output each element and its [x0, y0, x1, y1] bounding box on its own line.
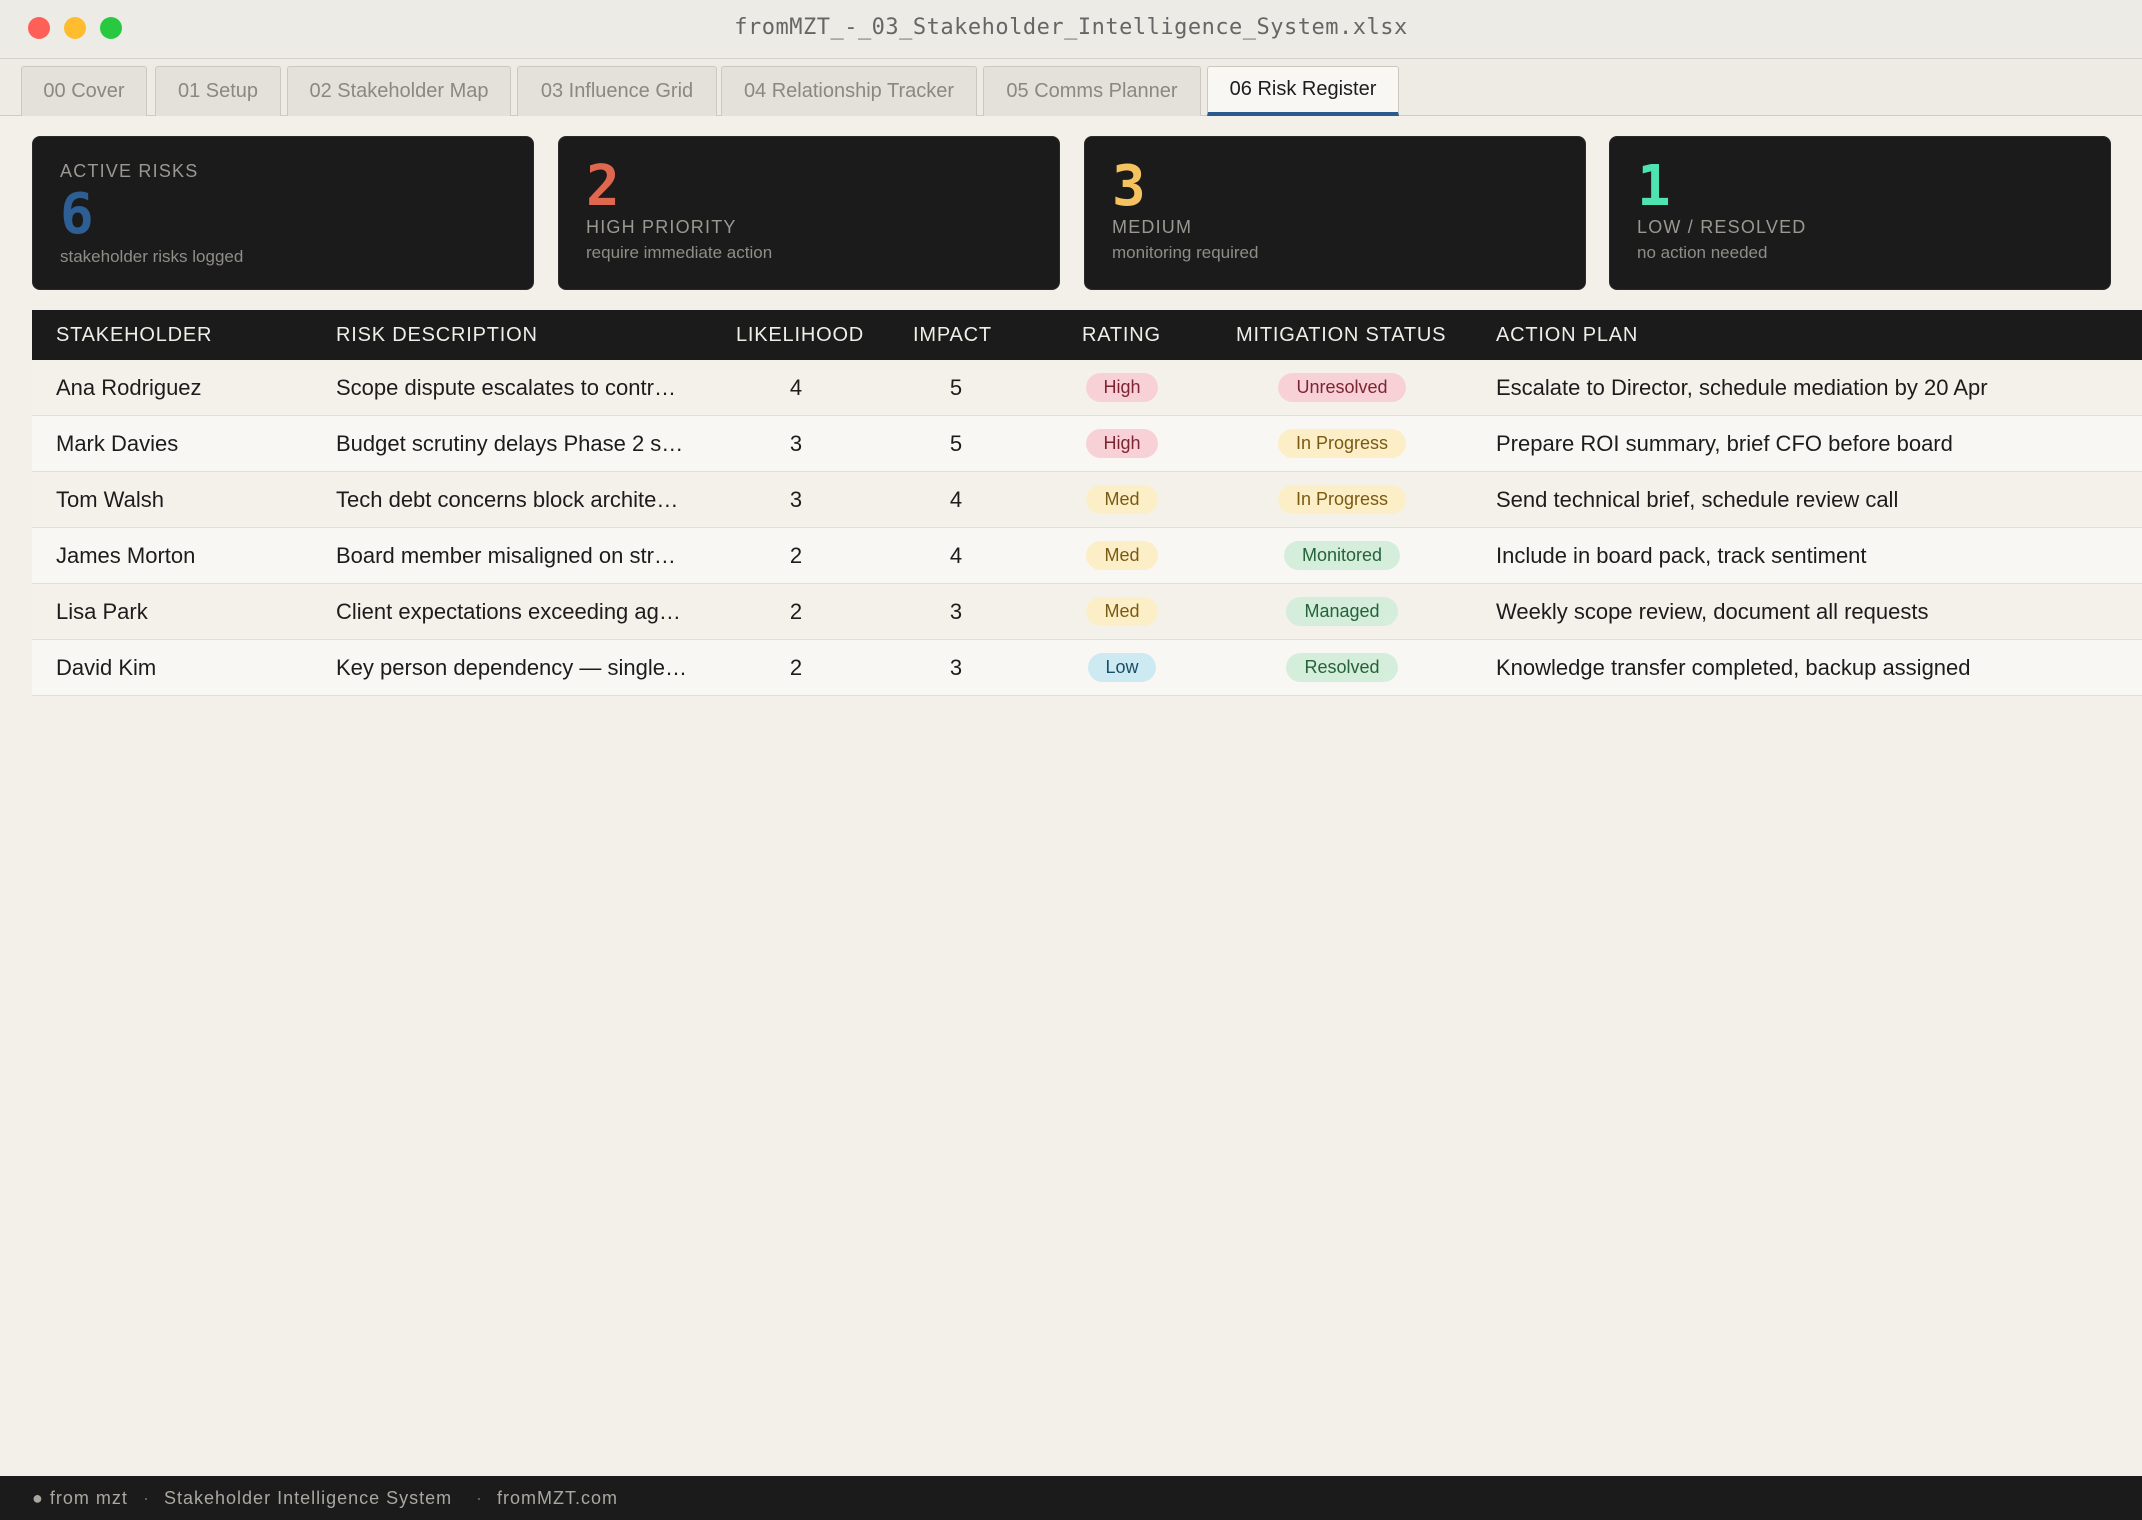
- likelihood-cell: 2: [789, 543, 803, 568]
- tab-05-comms-planner[interactable]: 05 Comms Planner: [983, 66, 1201, 116]
- tab-03-influence-grid[interactable]: 03 Influence Grid: [517, 66, 717, 116]
- risk-description-cell: Client expectations exceeding ag…: [336, 599, 681, 624]
- medium-sub: monitoring required: [1112, 243, 1259, 262]
- impact-cell: 3: [949, 655, 963, 680]
- low-resolved-sub: no action needed: [1637, 243, 1768, 262]
- risk-description-cell: Board member misaligned on str…: [336, 543, 676, 568]
- high-priority-sub: require immediate action: [586, 243, 773, 262]
- likelihood-cell: 4: [789, 375, 803, 400]
- action-plan-cell: Escalate to Director, schedule mediation…: [1496, 375, 1988, 400]
- active-risks-label: ACTIVE RISKS: [60, 161, 199, 181]
- action-plan-cell: Include in board pack, track sentiment: [1496, 543, 1867, 568]
- table-row[interactable]: Ana Rodriguez Scope dispute escalates to…: [32, 360, 2142, 416]
- column-header-action-plan[interactable]: ACTION PLAN: [1496, 310, 1638, 360]
- stakeholder-cell: James Morton: [56, 543, 196, 568]
- table-row[interactable]: Mark Davies Budget scrutiny delays Phase…: [32, 416, 2142, 472]
- column-header-stakeholder[interactable]: STAKEHOLDER: [56, 310, 212, 360]
- active-risks-card: ACTIVE RISKS 6 stakeholder risks logged: [32, 136, 534, 290]
- rating-badge: High: [1086, 429, 1158, 458]
- high-priority-label: HIGH PRIORITY: [586, 217, 737, 237]
- rating-badge: Med: [1086, 541, 1158, 570]
- action-plan-cell: Weekly scope review, document all reques…: [1496, 599, 1929, 624]
- status-footer: ● from mzt · Stakeholder Intelligence Sy…: [0, 1476, 2142, 1520]
- low-resolved-count: 1: [1637, 154, 1671, 219]
- table-row[interactable]: David Kim Key person dependency — single…: [32, 640, 2142, 696]
- risk-description-cell: Key person dependency — single…: [336, 655, 687, 680]
- tab-00-cover[interactable]: 00 Cover: [21, 66, 147, 116]
- likelihood-cell: 3: [789, 431, 803, 456]
- tab-01-setup[interactable]: 01 Setup: [155, 66, 281, 116]
- stakeholder-cell: Tom Walsh: [56, 487, 164, 512]
- impact-cell: 4: [949, 543, 963, 568]
- table-row[interactable]: Tom Walsh Tech debt concerns block archi…: [32, 472, 2142, 528]
- status-badge: Monitored: [1284, 541, 1400, 570]
- stakeholder-cell: Lisa Park: [56, 599, 148, 624]
- window-title: fromMZT_-_03_Stakeholder_Intelligence_Sy…: [734, 15, 1408, 40]
- action-plan-cell: Send technical brief, schedule review ca…: [1496, 487, 1899, 512]
- table-row[interactable]: Lisa Park Client expectations exceeding …: [32, 584, 2142, 640]
- risk-description-cell: Scope dispute escalates to contr…: [336, 375, 676, 400]
- rating-badge: Med: [1086, 485, 1158, 514]
- active-risks-count: 6: [60, 182, 94, 247]
- impact-cell: 4: [949, 487, 963, 512]
- rating-badge: High: [1086, 373, 1158, 402]
- likelihood-cell: 2: [789, 655, 803, 680]
- stakeholder-cell: Mark Davies: [56, 431, 179, 456]
- column-header-rating[interactable]: RATING: [1082, 310, 1161, 360]
- status-badge: Managed: [1286, 597, 1398, 626]
- column-header-impact[interactable]: IMPACT: [913, 310, 992, 360]
- risk-table-header: STAKEHOLDER RISK DESCRIPTION LIKELIHOOD …: [32, 310, 2142, 360]
- stakeholder-cell: David Kim: [56, 655, 157, 680]
- status-badge: Unresolved: [1278, 373, 1406, 402]
- stakeholder-cell: Ana Rodriguez: [56, 375, 202, 400]
- window-titlebar: fromMZT_-_03_Stakeholder_Intelligence_Sy…: [0, 0, 2142, 59]
- tab-06-risk-register[interactable]: 06 Risk Register: [1207, 66, 1399, 116]
- column-header-mitigation-status[interactable]: MITIGATION STATUS: [1236, 310, 1446, 360]
- sheet-tab-bar: 00 Cover 01 Setup 02 Stakeholder Map 03 …: [0, 59, 2142, 116]
- medium-count: 3: [1112, 154, 1146, 219]
- impact-cell: 3: [949, 599, 963, 624]
- status-badge: Resolved: [1286, 653, 1398, 682]
- high-priority-card: 2 HIGH PRIORITY require immediate action: [558, 136, 1060, 290]
- status-badge: In Progress: [1278, 485, 1406, 514]
- tab-04-relationship-tracker[interactable]: 04 Relationship Tracker: [721, 66, 977, 116]
- rating-badge: Med: [1086, 597, 1158, 626]
- active-risks-sub: stakeholder risks logged: [60, 247, 244, 266]
- status-badge: In Progress: [1278, 429, 1406, 458]
- rating-badge: Low: [1088, 653, 1156, 682]
- likelihood-cell: 3: [789, 487, 803, 512]
- medium-label: MEDIUM: [1112, 217, 1193, 237]
- high-priority-count: 2: [586, 154, 620, 219]
- table-row[interactable]: James Morton Board member misaligned on …: [32, 528, 2142, 584]
- likelihood-cell: 2: [789, 599, 803, 624]
- impact-cell: 5: [949, 375, 963, 400]
- column-header-risk-description[interactable]: RISK DESCRIPTION: [336, 310, 538, 360]
- risk-description-cell: Tech debt concerns block archite…: [336, 487, 679, 512]
- low-resolved-card: 1 LOW / RESOLVED no action needed: [1609, 136, 2111, 290]
- medium-card: 3 MEDIUM monitoring required: [1084, 136, 1586, 290]
- footer-brand: ● from mzt: [32, 1488, 128, 1508]
- action-plan-cell: Knowledge transfer completed, backup ass…: [1496, 655, 1971, 680]
- column-header-likelihood[interactable]: LIKELIHOOD: [736, 310, 864, 360]
- footer-site-link[interactable]: fromMZT.com: [497, 1488, 618, 1509]
- impact-cell: 5: [949, 431, 963, 456]
- tab-02-stakeholder-map[interactable]: 02 Stakeholder Map: [287, 66, 511, 116]
- footer-separator: ·: [143, 1488, 150, 1508]
- footer-system-name: Stakeholder Intelligence System: [164, 1488, 453, 1508]
- low-resolved-label: LOW / RESOLVED: [1637, 217, 1807, 237]
- footer-separator: ·: [476, 1488, 483, 1508]
- risk-description-cell: Budget scrutiny delays Phase 2 s…: [336, 431, 684, 456]
- action-plan-cell: Prepare ROI summary, brief CFO before bo…: [1496, 431, 1953, 456]
